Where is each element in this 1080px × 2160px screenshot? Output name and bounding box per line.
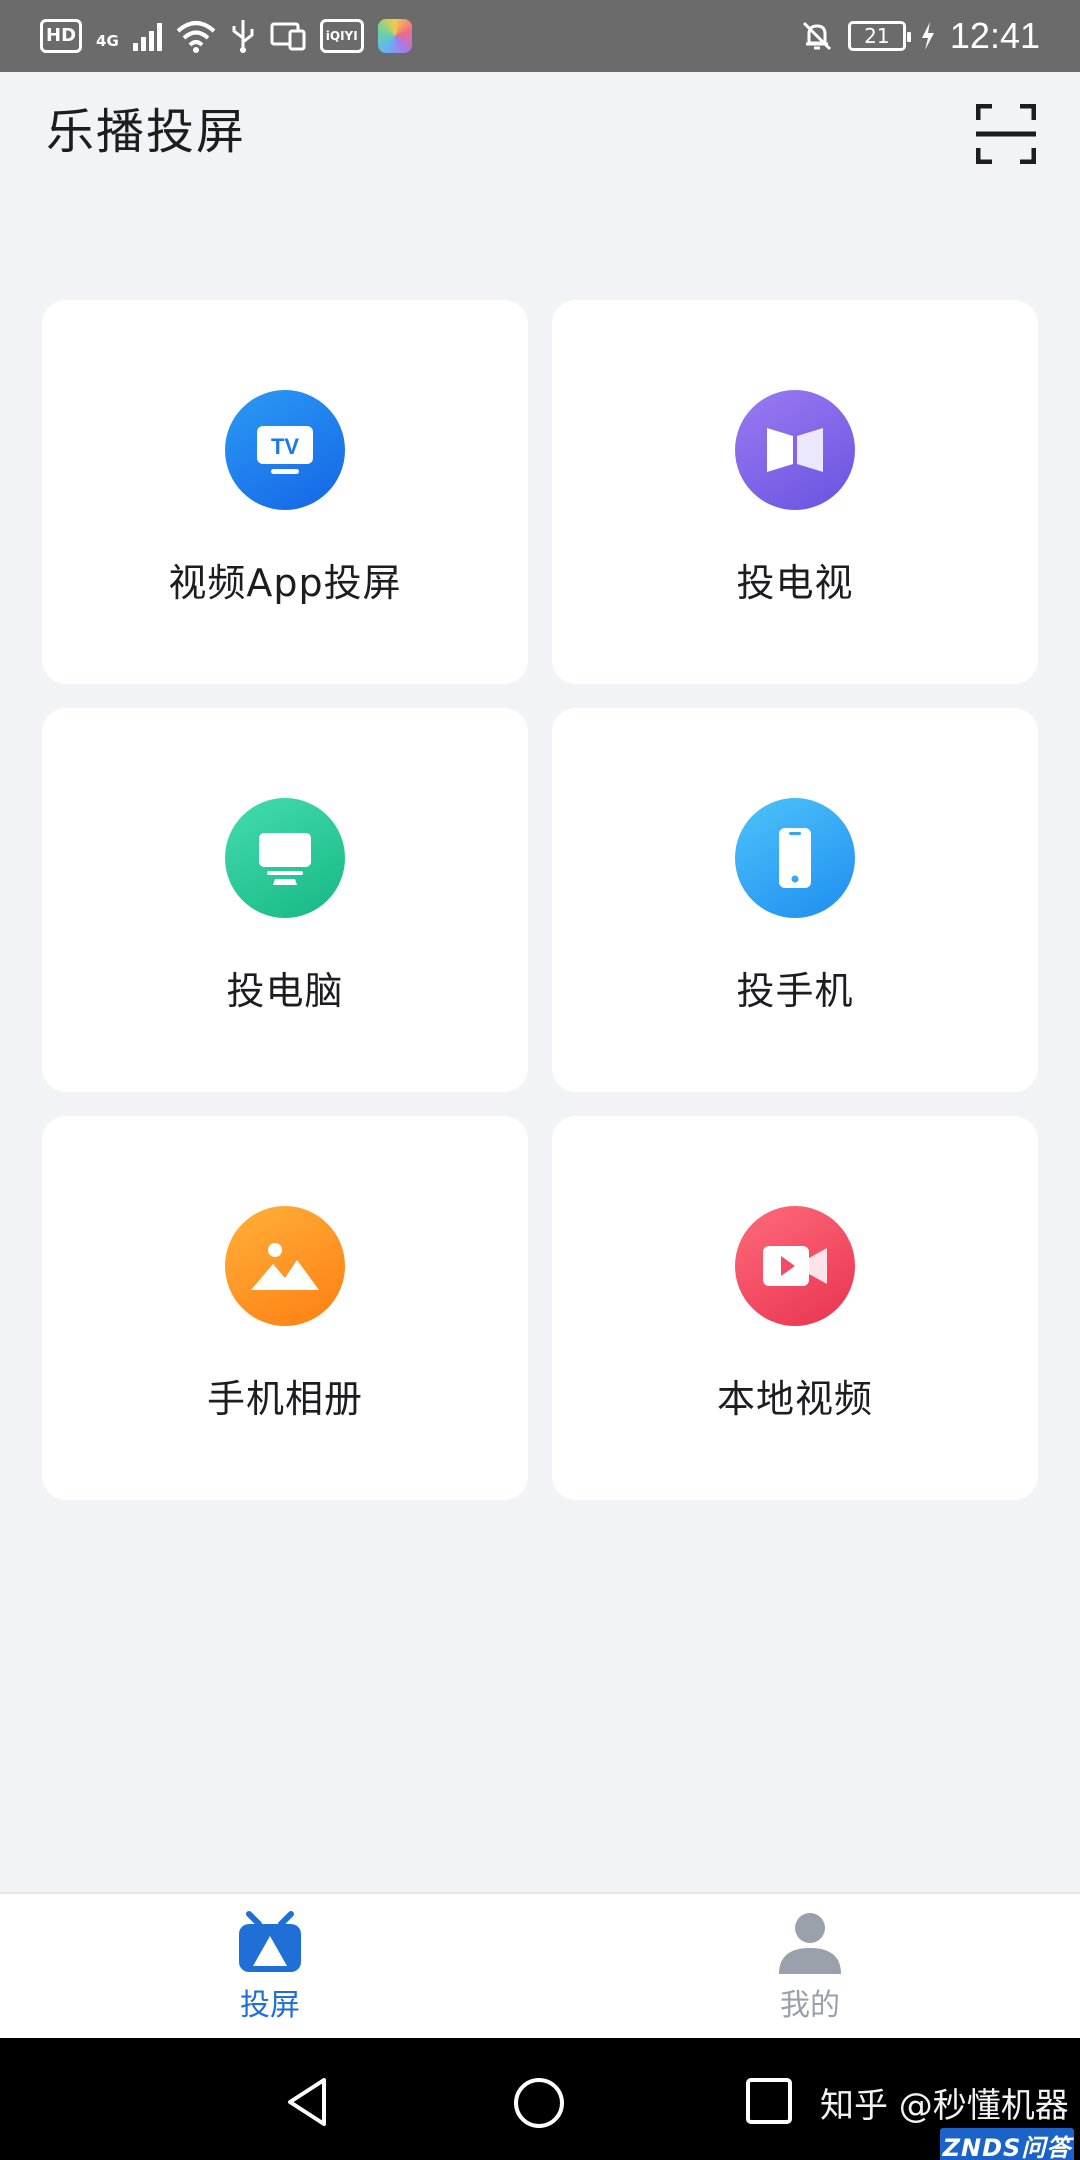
scan-button[interactable] [975, 103, 1037, 165]
recents-icon[interactable] [744, 2076, 794, 2126]
card-local-video[interactable]: 本地视频 [552, 1116, 1038, 1500]
card-phone-album[interactable]: 手机相册 [42, 1116, 528, 1500]
card-label: 投电视 [736, 561, 854, 605]
photos-app-icon [377, 19, 412, 53]
status-left: HD 4G iQIYI [40, 18, 412, 54]
signal-icon [132, 21, 162, 51]
card-label: 手机相册 [206, 1377, 363, 1421]
scan-icon [975, 103, 1037, 165]
bottom-tab-bar: 投屏 我的 [0, 1892, 1080, 2038]
svg-text:TV: TV [271, 434, 299, 459]
battery-icon: 21 [847, 21, 911, 51]
charging-icon [921, 22, 934, 50]
card-cast-to-phone[interactable]: 投手机 [552, 708, 1038, 1092]
tab-label: 投屏 [240, 1988, 300, 2023]
picture-icon [225, 1206, 345, 1326]
home-icon[interactable] [512, 2076, 566, 2130]
watermark-text: 知乎 @秒懂机器 [820, 2086, 1069, 2126]
iqiyi-icon: iQIYI [319, 19, 364, 53]
monitor-icon [225, 798, 345, 918]
app-header: 乐播投屏 [0, 72, 1080, 182]
page-title: 乐播投屏 [46, 104, 247, 160]
tab-label: 我的 [780, 1988, 840, 2023]
card-video-app-cast[interactable]: TV 视频App投屏 [42, 300, 528, 684]
status-bar: HD 4G iQIYI 21 12:41 [0, 0, 1080, 72]
person-icon [779, 1913, 841, 1974]
bell-off-icon [802, 21, 831, 51]
watermark-badge: ZNDS问答 [940, 2128, 1074, 2160]
card-label: 本地视频 [716, 1377, 873, 1421]
tab-cast[interactable]: 投屏 [0, 1894, 540, 2038]
navigation-bar: 知乎 @秒懂机器 ZNDS问答 [0, 2038, 1080, 2160]
mirror-screen-icon [735, 390, 855, 510]
function-grid: TV 视频App投屏 投电视 投电脑 投手机 手机相册 本地视频 [42, 300, 1038, 1500]
tab-mine[interactable]: 我的 [540, 1894, 1080, 2038]
clock: 12:41 [949, 15, 1040, 56]
back-icon[interactable] [284, 2076, 330, 2128]
card-label: 投电脑 [226, 969, 344, 1013]
video-camera-icon [735, 1206, 855, 1326]
card-cast-to-tv[interactable]: 投电视 [552, 300, 1038, 684]
phone-icon [735, 798, 855, 918]
wifi-icon [176, 21, 216, 53]
usb-icon [232, 20, 254, 53]
screen-cast-icon [270, 22, 306, 51]
hd-icon: HD [40, 19, 83, 53]
card-label: 视频App投屏 [168, 561, 402, 605]
status-right: 21 12:41 [800, 15, 1040, 57]
network-type: 4G [96, 32, 119, 50]
card-label: 投手机 [736, 969, 854, 1013]
tv-cast-icon [239, 1911, 301, 1972]
battery-level: 21 [864, 24, 890, 48]
tv-icon: TV [225, 390, 345, 510]
card-cast-to-pc[interactable]: 投电脑 [42, 708, 528, 1092]
